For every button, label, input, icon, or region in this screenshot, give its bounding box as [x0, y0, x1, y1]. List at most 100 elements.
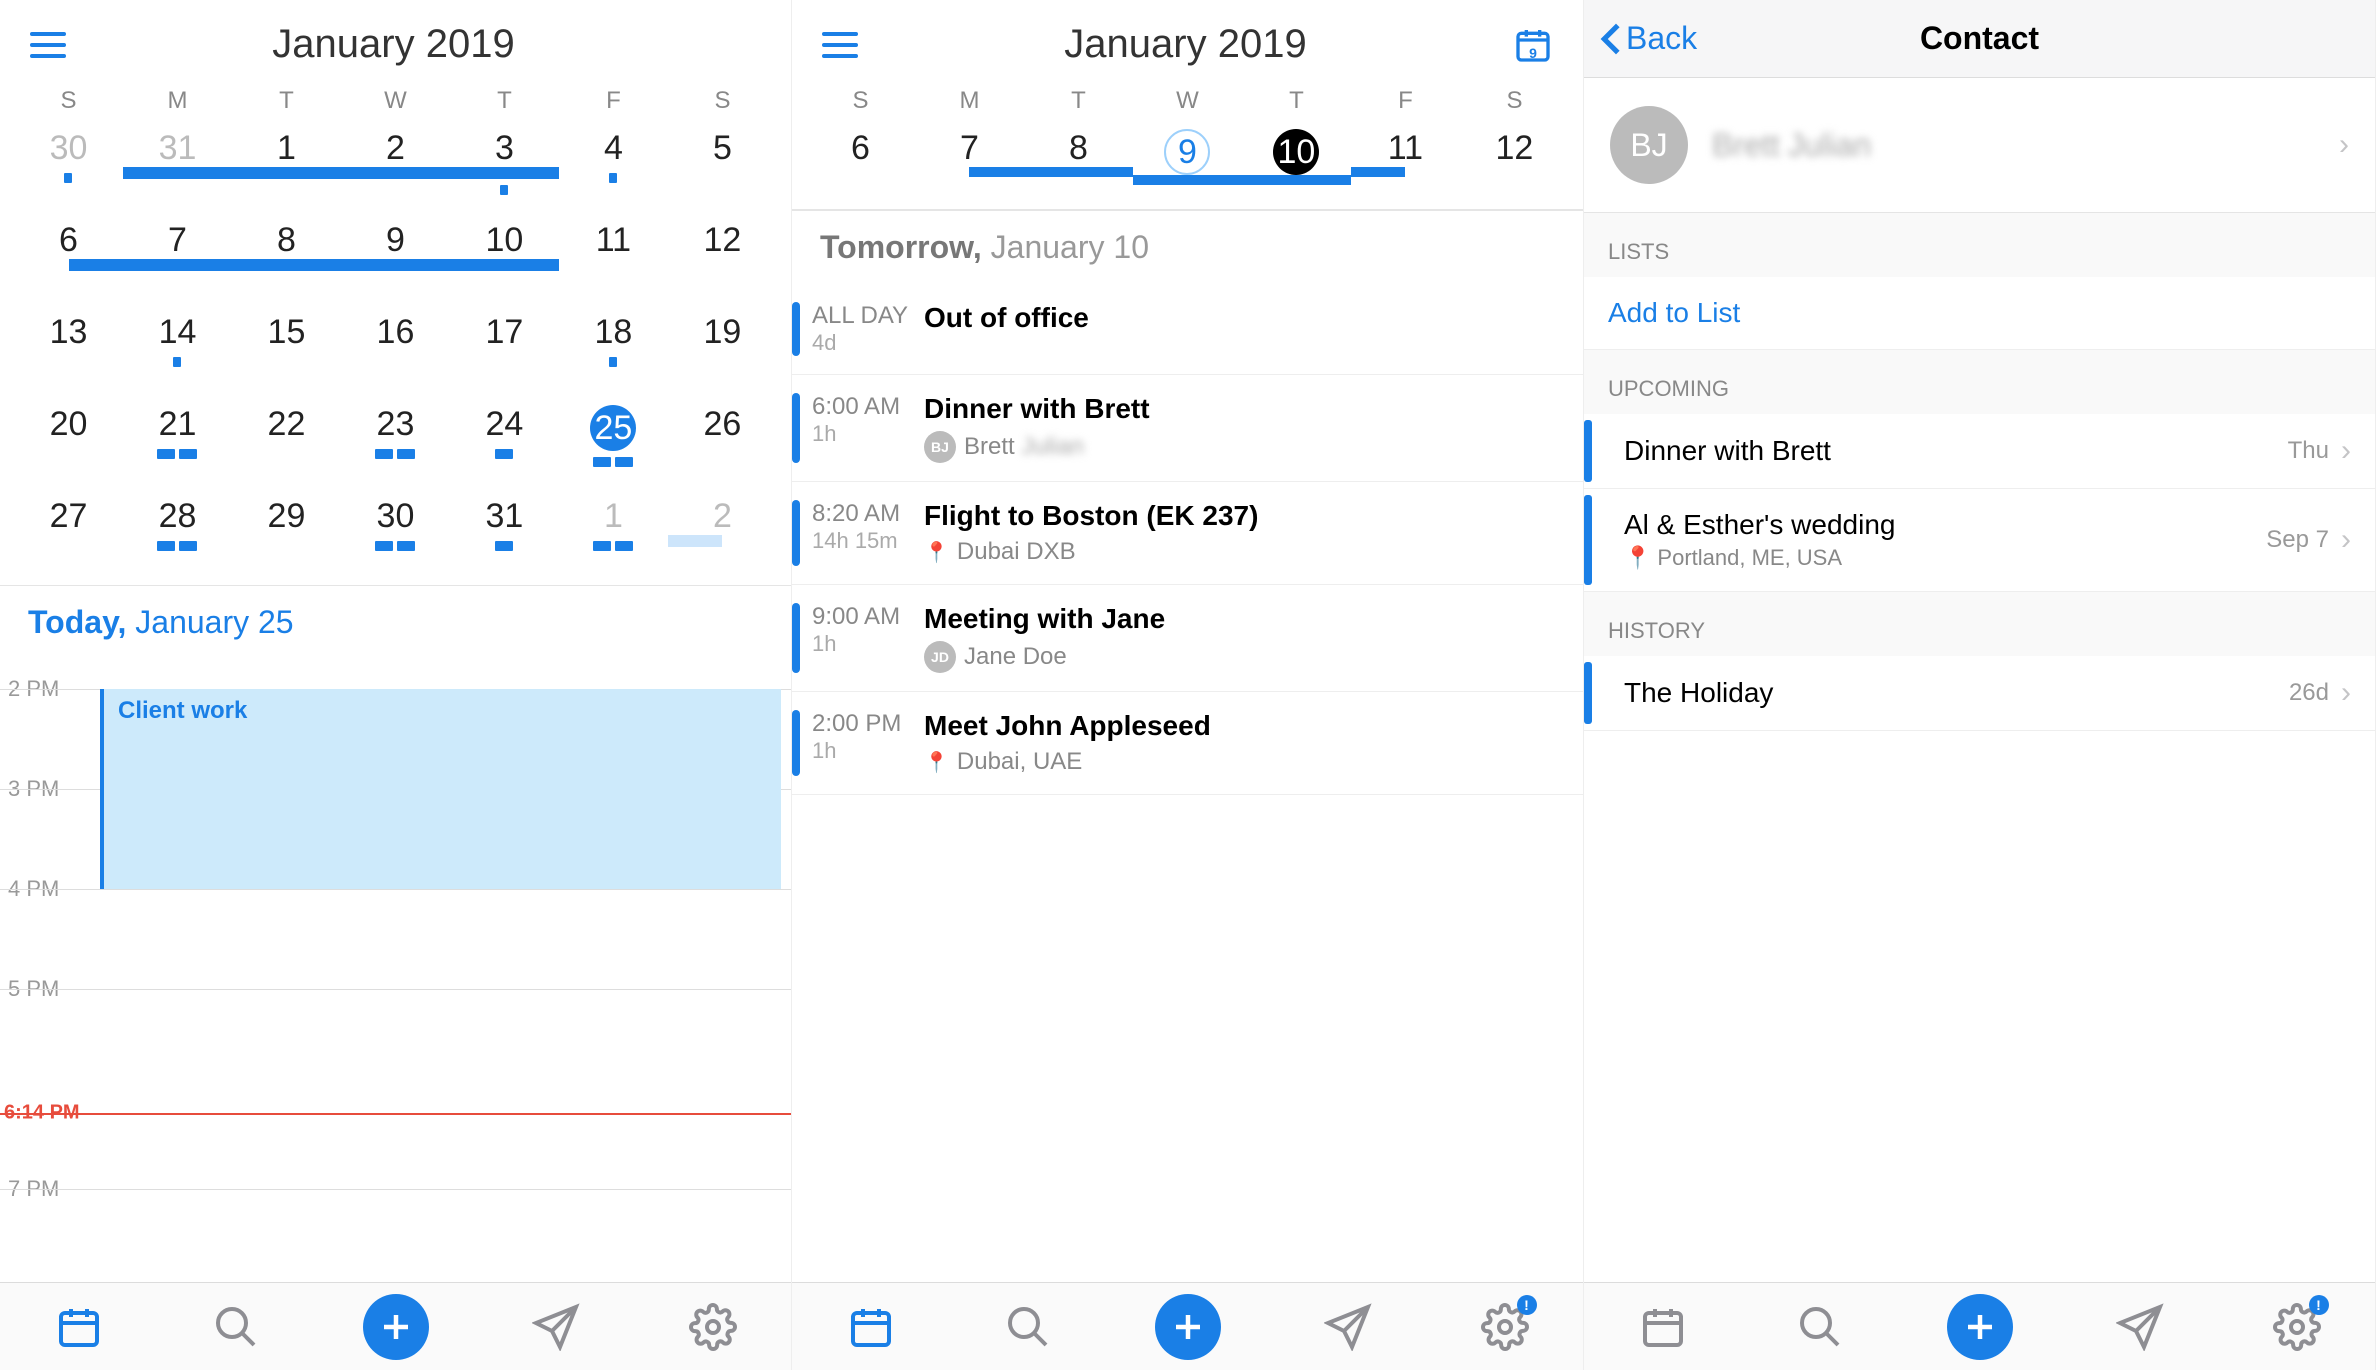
agenda-event[interactable]: 8:20 AM14h 15mFlight to Boston (EK 237)📍…: [792, 482, 1583, 585]
day-cell[interactable]: 15: [232, 309, 341, 401]
day-cell[interactable]: 31: [450, 493, 559, 585]
day-cell[interactable]: 13: [14, 309, 123, 401]
chevron-right-icon: ›: [2341, 434, 2351, 468]
agenda-header: Tomorrow, January 10: [792, 210, 1583, 284]
day-cell[interactable]: 23: [341, 401, 450, 493]
chevron-right-icon: ›: [2341, 676, 2351, 710]
event-client-work[interactable]: Client work: [100, 689, 781, 889]
add-button[interactable]: [1155, 1294, 1221, 1360]
day-cell[interactable]: 12: [1460, 125, 1569, 209]
day-cell[interactable]: 18: [559, 309, 668, 401]
contact-header-row[interactable]: BJ Brett Julian ›: [1584, 78, 2375, 213]
add-button[interactable]: [1947, 1294, 2013, 1360]
day-cell[interactable]: 8: [1024, 125, 1133, 209]
location-pin-icon: 📍: [924, 540, 949, 565]
day-cell[interactable]: 11: [1351, 125, 1460, 209]
list-item[interactable]: The Holiday26d›: [1584, 656, 2375, 731]
day-cell[interactable]: 1: [232, 125, 341, 217]
day-cell[interactable]: 3: [450, 125, 559, 217]
agenda-event[interactable]: 2:00 PM1hMeet John Appleseed📍Dubai, UAE: [792, 692, 1583, 795]
avatar: BJ: [1610, 106, 1688, 184]
tab-settings[interactable]: !: [1475, 1297, 1535, 1357]
day-cell[interactable]: 24: [450, 401, 559, 493]
day-timeline[interactable]: 2 PM 3 PM 4 PM 5 PM 7 PM Client work 6:1…: [0, 659, 791, 1282]
section-upcoming: UPCOMING: [1584, 350, 2375, 414]
day-cell[interactable]: 16: [341, 309, 450, 401]
tab-settings[interactable]: [683, 1297, 743, 1357]
tab-send[interactable]: [2110, 1297, 2170, 1357]
tab-search[interactable]: [998, 1297, 1058, 1357]
tab-search[interactable]: [206, 1297, 266, 1357]
tab-calendar[interactable]: [841, 1297, 901, 1357]
chevron-right-icon: ›: [2339, 128, 2349, 162]
weekday-row: S M T W T F S: [0, 87, 791, 125]
agenda-event[interactable]: 6:00 AM1hDinner with BrettBJBrett Julian: [792, 375, 1583, 482]
day-cell[interactable]: 8: [232, 217, 341, 309]
tab-calendar[interactable]: [1633, 1297, 1693, 1357]
day-cell[interactable]: 11: [559, 217, 668, 309]
menu-icon[interactable]: [30, 32, 66, 58]
panel-contact: Back Contact BJ Brett Julian › LISTS Add…: [1584, 0, 2376, 1370]
week-row[interactable]: 6789101112: [792, 125, 1583, 210]
day-cell[interactable]: 12: [668, 217, 777, 309]
day-cell[interactable]: 1: [559, 493, 668, 585]
tab-calendar[interactable]: [49, 1297, 109, 1357]
tab-send[interactable]: [1318, 1297, 1378, 1357]
day-cell[interactable]: 7: [915, 125, 1024, 209]
day-cell[interactable]: 14: [123, 309, 232, 401]
tab-bar: !: [792, 1282, 1583, 1370]
day-cell[interactable]: 5: [668, 125, 777, 217]
list-item[interactable]: Dinner with BrettThu›: [1584, 414, 2375, 489]
month-title[interactable]: January 2019: [858, 22, 1513, 67]
day-cell[interactable]: 10: [450, 217, 559, 309]
agenda-event[interactable]: 9:00 AM1hMeeting with JaneJDJane Doe: [792, 585, 1583, 692]
day-cell[interactable]: 30: [341, 493, 450, 585]
tab-bar: !: [1584, 1282, 2375, 1370]
day-cell[interactable]: 26: [668, 401, 777, 493]
settings-badge: !: [2309, 1295, 2329, 1315]
day-cell[interactable]: 9: [341, 217, 450, 309]
contact-name: Brett Julian: [1712, 127, 2339, 164]
day-cell[interactable]: 20: [14, 401, 123, 493]
section-history: HISTORY: [1584, 592, 2375, 656]
day-cell[interactable]: 6: [14, 217, 123, 309]
location-pin-icon: 📍: [924, 750, 949, 775]
section-lists: LISTS: [1584, 213, 2375, 277]
day-cell[interactable]: 9: [1133, 125, 1242, 209]
day-cell[interactable]: 17: [450, 309, 559, 401]
list-item[interactable]: Al & Esther's wedding📍Portland, ME, USAS…: [1584, 489, 2375, 592]
day-cell[interactable]: 28: [123, 493, 232, 585]
agenda-event[interactable]: ALL DAY4dOut of office: [792, 284, 1583, 375]
tab-send[interactable]: [526, 1297, 586, 1357]
tab-settings[interactable]: !: [2267, 1297, 2327, 1357]
day-cell[interactable]: 31: [123, 125, 232, 217]
day-cell[interactable]: 2: [341, 125, 450, 217]
agenda-header: Today, January 25: [0, 585, 791, 659]
day-cell[interactable]: 30: [14, 125, 123, 217]
menu-icon[interactable]: [822, 32, 858, 58]
day-cell[interactable]: 4: [559, 125, 668, 217]
day-cell[interactable]: 21: [123, 401, 232, 493]
agenda-list[interactable]: ALL DAY4dOut of office6:00 AM1hDinner wi…: [792, 284, 1583, 1282]
weekday-row: S M T W T F S: [792, 87, 1583, 125]
tab-bar: [0, 1282, 791, 1370]
location-pin-icon: 📍: [1624, 545, 1651, 571]
day-cell[interactable]: 10: [1242, 125, 1351, 209]
panel-month-day: January 2019 S M T W T F S 3031123456789…: [0, 0, 792, 1370]
day-cell[interactable]: 27: [14, 493, 123, 585]
month-grid[interactable]: 3031123456789101112131415161718192021222…: [0, 125, 791, 585]
day-cell[interactable]: 22: [232, 401, 341, 493]
day-cell[interactable]: 29: [232, 493, 341, 585]
day-cell[interactable]: 7: [123, 217, 232, 309]
day-cell[interactable]: 19: [668, 309, 777, 401]
tab-search[interactable]: [1790, 1297, 1850, 1357]
add-to-list-button[interactable]: Add to List: [1584, 277, 2375, 350]
panel-agenda: January 2019 9 S M T W T F S 6789101112 …: [792, 0, 1584, 1370]
day-cell[interactable]: 25: [559, 401, 668, 493]
day-cell[interactable]: 2: [668, 493, 777, 585]
month-title[interactable]: January 2019: [66, 22, 721, 67]
add-button[interactable]: [363, 1294, 429, 1360]
today-icon[interactable]: 9: [1513, 25, 1553, 65]
day-cell[interactable]: 6: [806, 125, 915, 209]
now-indicator: 6:14 PM: [4, 1102, 80, 1125]
